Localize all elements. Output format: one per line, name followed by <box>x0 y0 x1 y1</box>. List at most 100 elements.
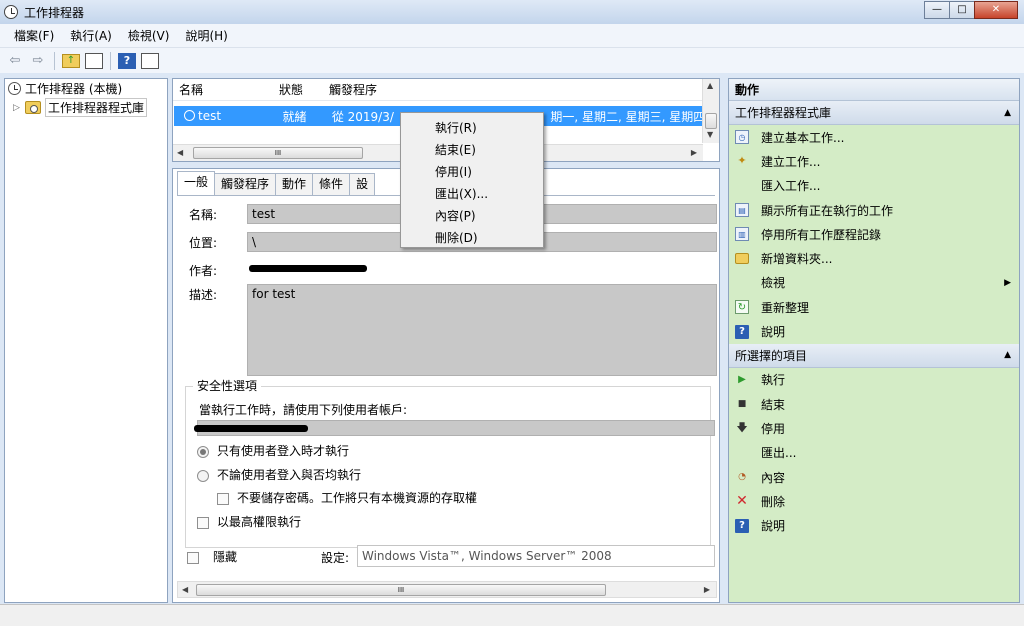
action-view[interactable]: 檢視 ▶ <box>729 271 1019 295</box>
toolbar-separator <box>54 51 55 70</box>
back-arrow-icon[interactable]: ⇦ <box>6 52 24 70</box>
action-create-task[interactable]: ✦ 建立工作... <box>729 149 1019 173</box>
column-status[interactable]: 狀態 <box>273 81 323 98</box>
tab-conditions[interactable]: 條件 <box>312 173 351 195</box>
refresh-icon: ↻ <box>735 300 749 315</box>
scroll-down-icon[interactable]: ▼ <box>707 130 713 139</box>
help-icon: ? <box>735 518 749 533</box>
collapse-icon[interactable]: ▲ <box>1004 108 1011 118</box>
tab-actions[interactable]: 動作 <box>275 173 314 195</box>
checkbox-icon[interactable] <box>197 516 209 529</box>
context-menu-delete[interactable]: 刪除(D) <box>435 229 478 246</box>
forward-arrow-icon[interactable]: ⇨ <box>29 52 47 70</box>
collapse-icon[interactable]: ▲ <box>1004 350 1011 360</box>
console-tree: 工作排程器 (本機) ▷ 工作排程器程式庫 <box>4 78 168 603</box>
clock-icon <box>8 82 21 95</box>
task-trigger-tail: 期一, 星期二, 星期三, 星期四, <box>550 109 702 124</box>
action-delete[interactable]: ✕ 刪除 <box>729 489 1019 513</box>
toolbar-separator <box>110 51 111 70</box>
action-properties[interactable]: ◔ 內容 <box>729 465 1019 489</box>
checkbox-icon[interactable] <box>187 551 199 564</box>
description-field[interactable]: for test <box>247 284 717 376</box>
tree-root-label: 工作排程器 (本機) <box>25 82 123 96</box>
location-label: 位置: <box>189 236 218 250</box>
context-menu-export[interactable]: 匯出(X)... <box>435 185 488 202</box>
scroll-thumb[interactable]: III <box>193 147 363 159</box>
menu-action[interactable]: 執行(A) <box>62 27 120 44</box>
action-new-folder[interactable]: 新增資料夾... <box>729 246 1019 270</box>
checkbox-do-not-store-password[interactable]: 不要儲存密碼。工作將只有本機資源的存取權 <box>217 489 477 506</box>
scroll-thumb[interactable] <box>705 113 717 129</box>
action-refresh[interactable]: ↻ 重新整理 <box>729 295 1019 319</box>
properties-icon: ◔ <box>738 472 746 482</box>
play-icon: ▶ <box>738 373 746 385</box>
radio-icon[interactable] <box>197 469 209 482</box>
menu-help[interactable]: 說明(H) <box>177 27 235 44</box>
detail-tabs: 一般 觸發程序 動作 條件 設 <box>177 171 376 195</box>
detail-horizontal-scrollbar[interactable]: ◀ III ▶ <box>177 581 717 598</box>
section-selected-item[interactable]: 所選擇的項目 ▲ <box>729 343 1019 368</box>
action-run[interactable]: ▶ 執行 <box>729 368 1019 392</box>
tree-item-root[interactable]: 工作排程器 (本機) <box>5 79 167 98</box>
user-account-field[interactable] <box>194 420 715 436</box>
help-icon[interactable]: ? <box>118 52 136 69</box>
checkbox-icon[interactable] <box>217 492 229 505</box>
author-field[interactable] <box>247 258 717 280</box>
configure-for-select[interactable]: Windows Vista™, Windows Server™ 2008 <box>357 545 715 567</box>
checkbox-run-highest-privileges[interactable]: 以最高權限執行 <box>197 513 301 530</box>
account-prompt: 當執行工作時，請使用下列使用者帳戶: <box>199 403 408 417</box>
checkbox-hidden[interactable]: 隱藏 <box>187 548 237 565</box>
scroll-left-icon[interactable]: ◀ <box>182 585 188 594</box>
action-help-selected[interactable]: ? 說明 <box>729 513 1019 537</box>
action-help-library[interactable]: ? 說明 <box>729 319 1019 343</box>
help-icon: ? <box>735 324 749 339</box>
action-import-task[interactable]: 匯入工作... <box>729 174 1019 198</box>
scroll-right-icon[interactable]: ▶ <box>704 585 710 594</box>
action-display-running-tasks[interactable]: ▤ 顯示所有正在執行的工作 <box>729 198 1019 222</box>
column-name[interactable]: 名稱 <box>173 81 273 98</box>
context-menu-run[interactable]: 執行(R) <box>435 119 477 136</box>
task-list-header: 名稱 狀態 觸發程序 <box>173 79 719 101</box>
action-export[interactable]: 匯出... <box>729 441 1019 465</box>
maximize-button[interactable]: □ <box>949 1 975 19</box>
title-bar[interactable]: 工作排程器 — □ ✕ <box>0 0 1024 24</box>
task-list-vertical-scrollbar[interactable]: ▲ ▼ <box>702 79 719 143</box>
minimize-button[interactable]: — <box>924 1 950 19</box>
action-disable-history[interactable]: ▥ 停用所有工作歷程記錄 <box>729 222 1019 246</box>
tree-item-library[interactable]: ▷ 工作排程器程式庫 <box>5 98 167 117</box>
tab-settings[interactable]: 設 <box>349 173 376 195</box>
wizard-icon: ◷ <box>735 130 749 145</box>
scroll-left-icon[interactable]: ◀ <box>177 148 183 157</box>
radio-run-logged-on[interactable]: 只有使用者登入時才執行 <box>197 442 349 459</box>
radio-run-whether-logged-on[interactable]: 不論使用者登入與否均執行 <box>197 466 361 483</box>
tab-triggers[interactable]: 觸發程序 <box>214 173 277 195</box>
show-hide-action-pane-icon[interactable] <box>141 52 159 69</box>
context-menu-properties[interactable]: 內容(P) <box>435 207 476 224</box>
actions-pane-title: 動作 <box>729 79 1019 101</box>
actions-pane: 動作 工作排程器程式庫 ▲ ◷ 建立基本工作... ✦ 建立工作... 匯入工作..… <box>728 78 1020 603</box>
context-menu-disable[interactable]: 停用(I) <box>435 163 472 180</box>
tab-general[interactable]: 一般 <box>177 171 216 195</box>
scroll-thumb[interactable]: III <box>196 584 606 596</box>
section-task-library[interactable]: 工作排程器程式庫 ▲ <box>729 101 1019 125</box>
action-create-basic-task[interactable]: ◷ 建立基本工作... <box>729 125 1019 149</box>
show-hide-tree-icon[interactable] <box>85 52 103 69</box>
description-label: 描述: <box>189 288 218 302</box>
task-status-cell: 就緒 <box>282 109 307 124</box>
expand-icon[interactable]: ▷ <box>13 103 23 113</box>
menu-file[interactable]: 檔案(F) <box>6 27 62 44</box>
column-trigger[interactable]: 觸發程序 <box>323 81 693 98</box>
action-end[interactable]: ■ 結束 <box>729 392 1019 416</box>
context-menu-end[interactable]: 結束(E) <box>435 141 476 158</box>
scroll-right-icon[interactable]: ▶ <box>691 148 697 157</box>
menu-view[interactable]: 檢視(V) <box>120 27 178 44</box>
folder-up-icon[interactable]: ↑ <box>62 53 80 68</box>
window-title: 工作排程器 <box>24 5 85 20</box>
status-bar <box>0 604 1024 626</box>
task-name-cell: test <box>174 109 277 123</box>
scroll-up-icon[interactable]: ▲ <box>707 81 713 90</box>
caption-buttons: — □ ✕ <box>924 1 1018 19</box>
close-button[interactable]: ✕ <box>974 1 1018 19</box>
radio-icon[interactable] <box>197 445 209 458</box>
action-disable[interactable]: 🡇 停用 <box>729 416 1019 440</box>
